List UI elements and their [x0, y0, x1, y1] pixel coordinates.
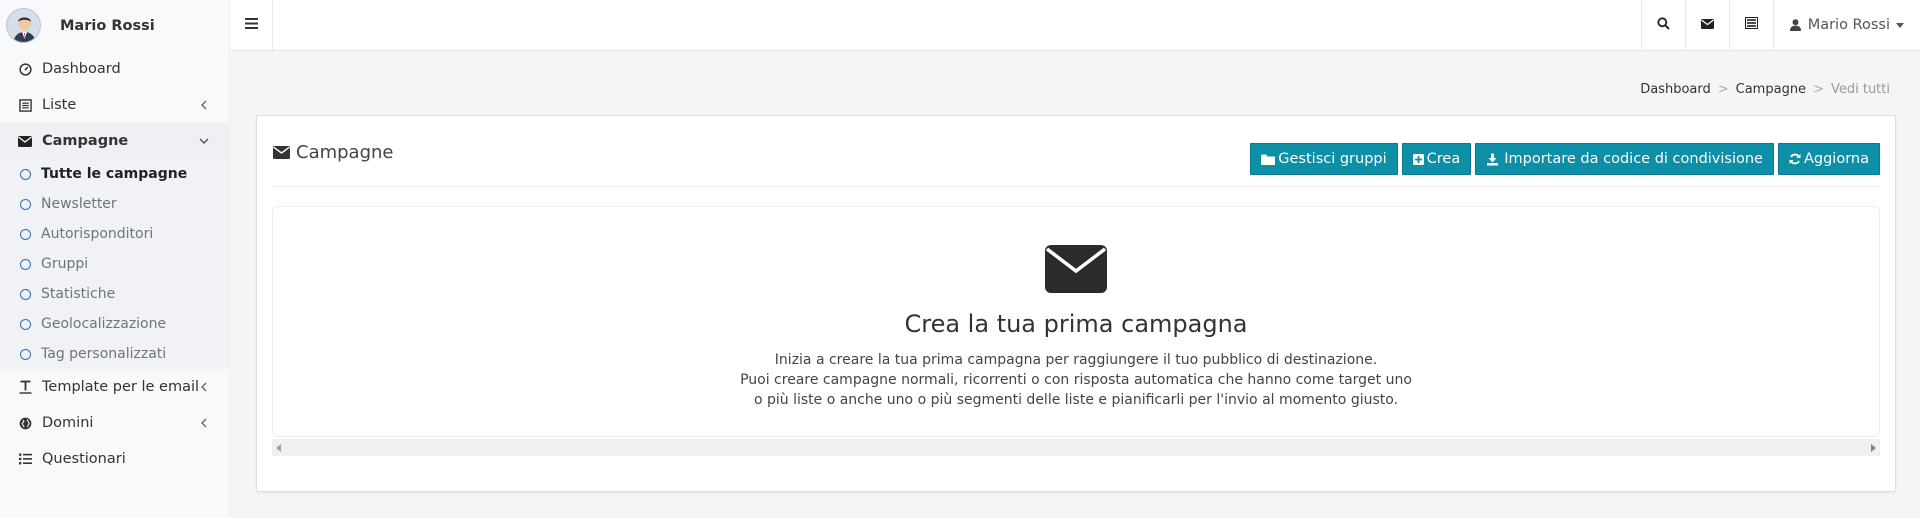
- sidebar-item-dashboard[interactable]: Dashboard: [0, 51, 229, 87]
- submenu-item-gruppi[interactable]: Gruppi: [0, 249, 229, 279]
- dashboard-icon: [18, 62, 32, 76]
- text-icon: [18, 380, 32, 394]
- search-icon: [1657, 16, 1670, 34]
- breadcrumb-separator: >: [1717, 82, 1729, 97]
- empty-state-line: o più liste o anche uno o più segmenti d…: [753, 392, 1399, 408]
- submenu-item-tutte[interactable]: Tutte le campagne: [0, 159, 229, 189]
- caret-down-icon: [1896, 22, 1904, 28]
- breadcrumb-dashboard[interactable]: Dashboard: [1640, 82, 1711, 97]
- import-icon: [1486, 153, 1499, 166]
- import-share-code-button[interactable]: Importare da codice di condivisione: [1475, 143, 1774, 175]
- refresh-label: Aggiorna: [1803, 151, 1869, 167]
- top-right-controls: Mario Rossi: [1640, 0, 1920, 50]
- globe-icon: [18, 416, 32, 430]
- sidebar-item-campagne[interactable]: Campagne: [0, 123, 229, 159]
- create-button[interactable]: Crea: [1401, 143, 1472, 175]
- circle-icon: [20, 168, 31, 180]
- folder-icon: [1261, 154, 1276, 165]
- circle-icon: [20, 288, 31, 300]
- submenu-item-label: Gruppi: [41, 256, 89, 272]
- campagne-submenu: Tutte le campagne Newsletter Autorispond…: [0, 159, 229, 369]
- toolbar: Gestisci gruppi Crea Importare da codice…: [1250, 143, 1880, 175]
- breadcrumb-separator: >: [1813, 82, 1824, 97]
- create-label: Crea: [1426, 151, 1461, 167]
- user-avatar[interactable]: [6, 8, 41, 43]
- title-divider: [272, 186, 1880, 187]
- submenu-item-statistiche[interactable]: Statistiche: [0, 279, 229, 309]
- breadcrumb: Dashboard > Campagne > Vedi tutti: [1640, 82, 1890, 97]
- empty-state-line: Puoi creare campagne normali, ricorrenti…: [740, 372, 1412, 388]
- chevron-left-icon: [199, 100, 209, 110]
- campaigns-box: Campagne Gestisci gruppi Crea Importare …: [256, 115, 1896, 492]
- circle-icon: [20, 318, 31, 330]
- submenu-item-newsletter[interactable]: Newsletter: [0, 189, 229, 219]
- manage-groups-label: Gestisci gruppi: [1278, 151, 1387, 167]
- sidebar-item-label: Domini: [42, 415, 94, 431]
- topbar-user-name: Mario Rossi: [1807, 17, 1890, 33]
- tasks-icon: [1744, 17, 1758, 33]
- messages-button[interactable]: [1684, 0, 1729, 50]
- sidebar-item-label: Template per le email: [42, 379, 200, 395]
- chevron-left-icon: [199, 382, 209, 392]
- submenu-item-tag[interactable]: Tag personalizzati: [0, 339, 229, 369]
- empty-state-line: Inizia a creare la tua prima campagna pe…: [774, 352, 1378, 368]
- plus-square-icon: [1412, 153, 1424, 165]
- user-icon: [1789, 19, 1801, 31]
- page-title: Campagne: [273, 142, 394, 163]
- breadcrumb-campagne[interactable]: Campagne: [1736, 82, 1806, 97]
- sidebar-item-questionari[interactable]: Questionari: [0, 441, 229, 477]
- chevron-left-icon: [199, 418, 209, 428]
- sidebar-item-template[interactable]: Template per le email: [0, 369, 229, 405]
- submenu-item-label: Tag personalizzati: [41, 346, 167, 362]
- circle-icon: [20, 258, 31, 270]
- submenu-item-label: Geolocalizzazione: [41, 316, 167, 332]
- top-navbar: Mario Rossi: [230, 0, 1920, 51]
- sidebar-user-name: Mario Rossi: [60, 17, 155, 34]
- list-bullets-icon: [18, 452, 32, 466]
- sidebar-toggle-button[interactable]: [230, 0, 273, 50]
- envelope-icon: [273, 146, 290, 159]
- sidebar-item-label: Dashboard: [42, 61, 121, 77]
- submenu-item-label: Statistiche: [41, 286, 116, 302]
- sidebar-item-domini[interactable]: Domini: [0, 405, 229, 441]
- circle-icon: [20, 348, 31, 360]
- list-icon: [18, 98, 32, 112]
- refresh-button[interactable]: Aggiorna: [1777, 143, 1880, 175]
- user-menu-button[interactable]: Mario Rossi: [1772, 0, 1920, 50]
- sidebar-item-liste[interactable]: Liste: [0, 87, 229, 123]
- hamburger-icon: [244, 17, 258, 33]
- search-button[interactable]: [1640, 0, 1685, 50]
- sidebar: Mario Rossi Dashboard Liste Campagne Tut…: [0, 0, 230, 518]
- submenu-item-label: Autorisponditori: [41, 226, 154, 242]
- breadcrumb-current: Vedi tutti: [1830, 82, 1890, 97]
- sidebar-menu: Dashboard Liste Campagne: [0, 51, 229, 159]
- sidebar-item-label: Campagne: [42, 133, 129, 149]
- circle-icon: [20, 198, 31, 210]
- scroll-left-arrow-icon[interactable]: [276, 444, 281, 452]
- submenu-item-geolocalizzazione[interactable]: Geolocalizzazione: [0, 309, 229, 339]
- notifications-button[interactable]: [1728, 0, 1773, 50]
- manage-groups-button[interactable]: Gestisci gruppi: [1250, 143, 1398, 175]
- user-panel: Mario Rossi: [0, 0, 229, 51]
- empty-state-panel: Crea la tua prima campagna Inizia a crea…: [272, 206, 1880, 437]
- circle-icon: [20, 228, 31, 240]
- envelope-icon: [1045, 245, 1107, 297]
- submenu-item-label: Tutte le campagne: [41, 166, 188, 182]
- sidebar-item-label: Questionari: [42, 451, 126, 467]
- import-share-code-label: Importare da codice di condivisione: [1504, 151, 1763, 167]
- envelope-icon: [1700, 17, 1714, 33]
- empty-state-description: Inizia a creare la tua prima campagna pe…: [273, 350, 1879, 410]
- empty-state-title: Crea la tua prima campagna: [904, 310, 1248, 338]
- submenu-item-label: Newsletter: [41, 196, 117, 212]
- submenu-item-autorisponditori[interactable]: Autorisponditori: [0, 219, 229, 249]
- chevron-down-icon: [199, 136, 209, 146]
- page-title-text: Campagne: [296, 142, 394, 163]
- sidebar-menu-lower: Template per le email Domini Questionari: [0, 369, 229, 477]
- envelope-icon: [18, 134, 32, 148]
- horizontal-scrollbar[interactable]: [272, 439, 1880, 456]
- sidebar-item-label: Liste: [42, 97, 77, 113]
- scroll-right-arrow-icon[interactable]: [1871, 444, 1876, 452]
- refresh-icon: [1789, 153, 1801, 165]
